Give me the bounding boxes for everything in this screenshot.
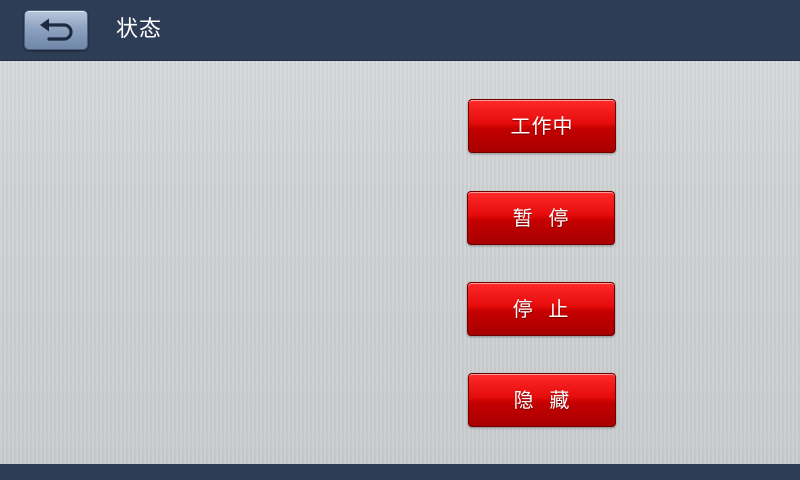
back-button[interactable] bbox=[24, 10, 88, 50]
status-screen: 状态 工作中 暂 停 停 止 隐 藏 bbox=[0, 0, 800, 480]
hide-button[interactable]: 隐 藏 bbox=[468, 373, 616, 427]
working-button-label: 工作中 bbox=[510, 114, 574, 138]
pause-button[interactable]: 暂 停 bbox=[467, 191, 615, 245]
working-button[interactable]: 工作中 bbox=[468, 99, 616, 153]
footer-bar bbox=[0, 464, 800, 480]
header-bar: 状态 bbox=[0, 0, 800, 61]
stop-button-label: 停 止 bbox=[512, 297, 570, 321]
page-title: 状态 bbox=[116, 17, 163, 42]
hide-button-label: 隐 藏 bbox=[513, 388, 571, 412]
stop-button[interactable]: 停 止 bbox=[467, 282, 615, 336]
back-arrow-icon bbox=[40, 18, 73, 41]
pause-button-label: 暂 停 bbox=[512, 206, 570, 230]
